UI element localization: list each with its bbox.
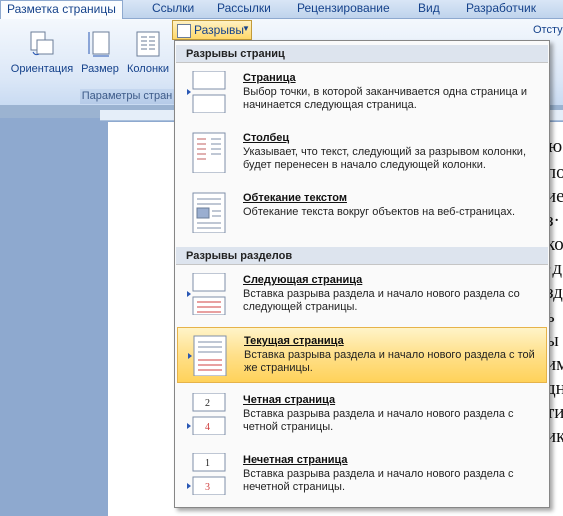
- even-page-icon: 2 4: [187, 392, 227, 436]
- svg-text:2: 2: [205, 398, 210, 409]
- size-icon: [88, 31, 110, 57]
- orientation-button[interactable]: Ориентация: [8, 30, 76, 75]
- doc-text: ю: [548, 136, 563, 157]
- next-page-icon: [187, 272, 227, 316]
- text-wrapping-icon: [191, 191, 227, 234]
- breaks-icon: [177, 24, 191, 38]
- breaks-dropdown-button[interactable]: Разрывы ▼: [172, 20, 252, 40]
- menu-item-description: Вставка разрыва раздела и начало нового …: [243, 408, 514, 433]
- menu-item-next-page[interactable]: Следующая страница Вставка разрыва разде…: [177, 267, 547, 323]
- menu-item-description: Обтекание текста вокруг объектов на веб-…: [243, 206, 516, 218]
- menu-item-description: Вставка разрыва раздела и начало нового …: [244, 349, 535, 374]
- page-break-icon: [187, 70, 227, 114]
- orientation-icon: [30, 31, 54, 56]
- columns-button[interactable]: Колонки: [123, 30, 173, 75]
- continuous-icon: [188, 334, 228, 377]
- menu-item-continuous[interactable]: Текущая страница Вставка разрыва раздела…: [177, 327, 547, 383]
- page-breaks-header: Разрывы страниц: [176, 45, 548, 63]
- columns-label: Колонки: [127, 63, 169, 75]
- tab-references[interactable]: Ссылки: [152, 0, 194, 18]
- svg-text:1: 1: [205, 458, 210, 469]
- breaks-label: Разрывы: [194, 23, 244, 37]
- menu-item-title: Нечетная страница: [243, 454, 348, 466]
- tab-view[interactable]: Вид: [418, 0, 440, 18]
- menu-item-title: Четная страница: [243, 394, 336, 406]
- menu-item-title: Текущая страница: [244, 335, 344, 347]
- menu-item-title: Обтекание текстом: [243, 192, 347, 204]
- tab-review[interactable]: Рецензирование: [297, 0, 390, 18]
- svg-text:4: 4: [205, 422, 210, 433]
- column-break-icon: [191, 131, 227, 174]
- menu-item-text-wrapping[interactable]: Обтекание текстом Обтекание текста вокру…: [177, 185, 547, 241]
- menu-item-column-break[interactable]: Столбец Указывает, что текст, следующий …: [177, 125, 547, 181]
- menu-item-description: Выбор точки, в которой заканчивается одн…: [243, 86, 528, 111]
- tab-developer[interactable]: Разработчик: [466, 0, 536, 18]
- columns-icon: [136, 31, 160, 57]
- menu-item-even-page[interactable]: 2 4 Четная страница Вставка разрыва разд…: [177, 387, 547, 443]
- odd-page-icon: 1 3: [187, 452, 227, 496]
- breaks-menu: Разрывы страниц Страница Выбор точки, в …: [174, 40, 550, 508]
- indent-label: Отсту: [533, 24, 563, 36]
- menu-item-title: Столбец: [243, 132, 290, 144]
- menu-item-description: Указывает, что текст, следующий за разры…: [243, 146, 527, 171]
- size-button[interactable]: Размер: [79, 30, 121, 75]
- menu-item-title: Страница: [243, 72, 296, 84]
- menu-item-title: Следующая страница: [243, 274, 363, 286]
- section-breaks-header: Разрывы разделов: [176, 247, 548, 265]
- tab-mailings[interactable]: Рассылки: [217, 0, 271, 18]
- tab-page-layout[interactable]: Разметка страницы: [0, 0, 123, 19]
- menu-item-description: Вставка разрыва раздела и начало нового …: [243, 468, 514, 493]
- svg-text:3: 3: [205, 482, 210, 493]
- ribbon-tabs: Разметка страницы Ссылки Рассылки Реценз…: [0, 0, 563, 19]
- orientation-label: Ориентация: [10, 63, 74, 75]
- size-label: Размер: [81, 63, 119, 75]
- menu-item-page-break[interactable]: Страница Выбор точки, в которой заканчив…: [177, 65, 547, 121]
- menu-item-odd-page[interactable]: 1 3 Нечетная страница Вставка разрыва ра…: [177, 447, 547, 503]
- menu-item-description: Вставка разрыва раздела и начало нового …: [243, 288, 520, 313]
- chevron-down-icon: ▼: [242, 24, 250, 33]
- page-setup-group-label: Параметры стран: [80, 89, 174, 104]
